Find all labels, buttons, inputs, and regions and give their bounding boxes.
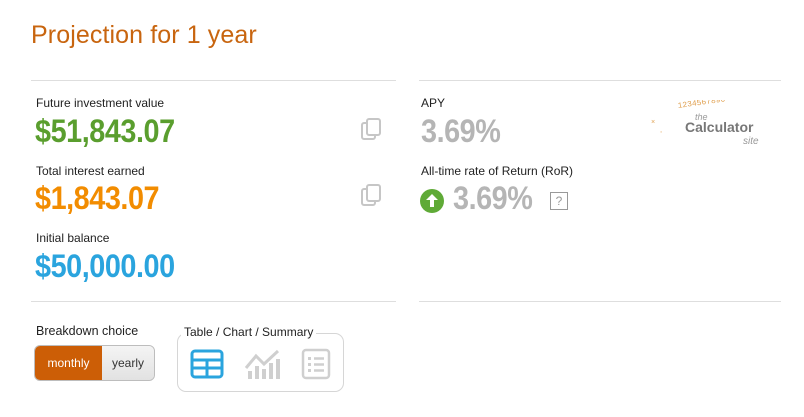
ror-label: All-time rate of Return (RoR) [421,164,574,178]
copy-interest-icon[interactable] [360,184,382,208]
help-icon[interactable]: ? [550,192,568,210]
divider-bottom-left [31,301,396,302]
view-selector-label: Table / Chart / Summary [181,325,317,339]
interest-label: Total interest earned [36,164,145,178]
breakdown-yearly-button[interactable]: yearly [102,346,154,380]
summary-icon[interactable] [301,348,331,380]
calculator-site-logo: 1234567890 × · the Calculator site [645,95,775,158]
divider-bottom-right [419,301,781,302]
page-title: Projection for 1 year [31,21,257,49]
apy-label: APY [421,96,446,110]
table-icon[interactable] [190,348,224,380]
apy-value: 3.69% [421,113,501,149]
future-value-label: Future investment value [36,96,165,110]
svg-text:×: × [651,119,655,127]
breakdown-toggle: monthly yearly [34,345,155,381]
arrow-up-icon [420,189,444,213]
future-value: $51,843.07 [35,113,175,149]
svg-text:·: · [659,129,663,137]
divider-top-left [31,80,396,81]
initial-balance-value: $50,000.00 [35,248,175,284]
chart-icon[interactable] [244,348,282,380]
breakdown-monthly-button[interactable]: monthly [35,346,102,380]
ror-value: 3.69% [453,180,533,216]
copy-future-value-icon[interactable] [360,118,382,142]
initial-balance-label: Initial balance [36,231,110,245]
breakdown-label: Breakdown choice [36,324,139,338]
logo-digits: 1234567890 [677,100,726,111]
divider-top-right [419,80,781,81]
interest-value: $1,843.07 [35,180,160,216]
logo-name: Calculator [685,119,754,135]
logo-site: site [743,136,759,147]
